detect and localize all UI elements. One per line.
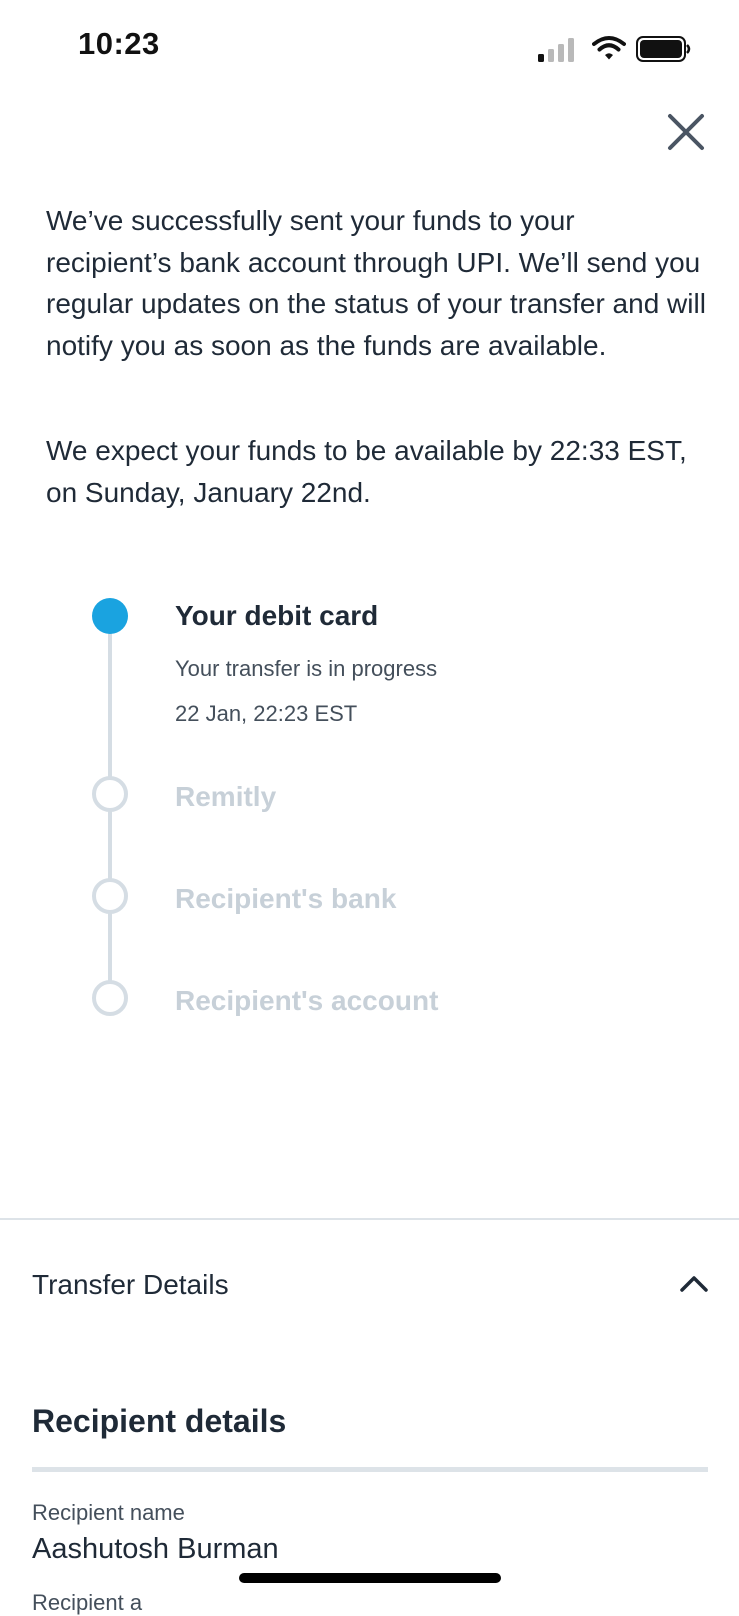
heading-underline: [32, 1467, 708, 1472]
step-title-recipients-bank: Recipient's bank: [175, 883, 397, 914]
status-time: 10:23: [78, 26, 160, 61]
step-pending-indicator: [92, 776, 128, 812]
step-timestamp: 22 Jan, 22:23 EST: [175, 701, 358, 726]
recipient-name-value: Aashutosh Burman: [32, 1533, 279, 1565]
close-button[interactable]: [664, 110, 708, 154]
next-field-label: Recipient a: [32, 1590, 143, 1615]
home-indicator[interactable]: [239, 1573, 501, 1583]
cellular-signal-icon: [538, 38, 574, 62]
step-pending-indicator: [92, 980, 128, 1016]
confirmation-message: We’ve successfully sent your funds to yo…: [46, 205, 706, 361]
availability-estimate: We expect your funds to be available by …: [46, 435, 687, 508]
step-active-indicator: [92, 598, 128, 634]
step-title-remitly: Remitly: [175, 781, 277, 812]
step-title-recipients-account: Recipient's account: [175, 985, 439, 1016]
transfer-details-toggle[interactable]: Transfer Details: [32, 1269, 229, 1301]
step-pending-indicator: [92, 878, 128, 914]
step-status-text: Your transfer is in progress: [175, 656, 438, 681]
recipient-name-label: Recipient name: [32, 1500, 185, 1525]
battery-icon: [636, 36, 691, 62]
section-divider: [0, 1218, 739, 1220]
wifi-icon: [592, 36, 626, 60]
recipient-details-heading: Recipient details: [32, 1403, 287, 1439]
chevron-up-icon[interactable]: [678, 1272, 710, 1296]
step-title-debit-card: Your debit card: [175, 600, 379, 631]
